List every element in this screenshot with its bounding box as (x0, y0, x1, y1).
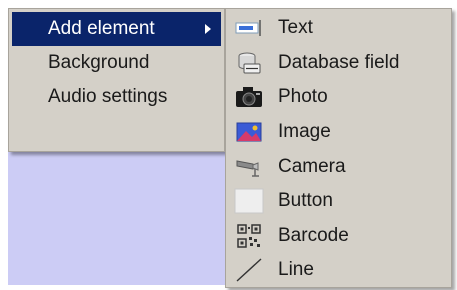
submenu-item-button[interactable]: Button (226, 184, 451, 219)
screen: Add element Background Audio settings Te… (0, 0, 457, 290)
photo-camera-icon (234, 84, 264, 110)
menu-item-add-element[interactable]: Add element (12, 12, 221, 46)
database-field-icon (234, 50, 264, 76)
submenu-item-photo[interactable]: Photo (226, 80, 451, 115)
button-icon (234, 188, 264, 214)
menu-item-audio-settings[interactable]: Audio settings (12, 80, 221, 114)
submenu-item-barcode[interactable]: Barcode (226, 219, 451, 254)
submenu-item-label: Text (278, 17, 313, 39)
submenu-item-camera[interactable]: Camera (226, 149, 451, 184)
submenu-item-label: Photo (278, 86, 328, 108)
menu-item-background[interactable]: Background (12, 46, 221, 80)
submenu-item-label: Camera (278, 155, 346, 177)
submenu-item-text[interactable]: Text (226, 11, 451, 46)
menu-item-label: Audio settings (48, 86, 168, 107)
submenu-item-label: Image (278, 121, 331, 143)
submenu-item-label: Line (278, 259, 314, 281)
menu-item-label: Add element (48, 18, 155, 39)
security-camera-icon (234, 154, 264, 180)
image-icon (234, 119, 264, 145)
menu-item-label: Background (48, 52, 150, 73)
submenu-item-line[interactable]: Line (226, 253, 451, 288)
context-menu: Add element Background Audio settings (8, 8, 225, 152)
design-canvas[interactable] (8, 152, 228, 285)
submenu-arrow-icon (205, 24, 211, 34)
submenu-item-label: Button (278, 190, 333, 212)
add-element-submenu: Text Database field Photo Image Camera B… (225, 8, 452, 288)
submenu-item-label: Database field (278, 51, 400, 73)
submenu-item-label: Barcode (278, 224, 349, 246)
submenu-item-image[interactable]: Image (226, 115, 451, 150)
barcode-icon (234, 223, 264, 249)
submenu-item-database-field[interactable]: Database field (226, 46, 451, 81)
text-icon (234, 15, 264, 41)
line-icon (234, 257, 264, 283)
